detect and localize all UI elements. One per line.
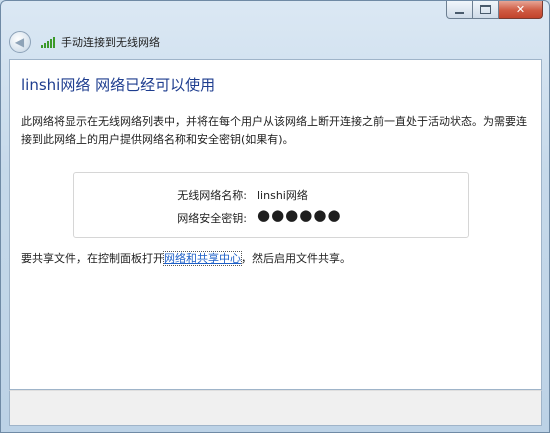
minimize-icon (455, 11, 464, 14)
back-button[interactable]: ◀ (9, 31, 31, 53)
security-key-value: ●●●●●● (257, 206, 342, 224)
file-sharing-suffix: ，然后启用文件共享。 (241, 252, 351, 265)
back-arrow-icon: ◀ (14, 35, 25, 49)
maximize-button[interactable] (473, 1, 499, 19)
caption-buttons: ✕ (446, 1, 543, 20)
wizard-title: 手动连接到无线网络 (61, 36, 160, 49)
page-heading: linshi网络 网络已经可以使用 (21, 76, 216, 94)
close-icon: ✕ (515, 3, 526, 16)
dialog-window: ✕ ◀ 手动连接到无线网络 linshi网络 网络已经可以使用 此网络将显示在无… (0, 0, 550, 433)
ssid-label: 无线网络名称: (177, 189, 247, 202)
dialog-footer (9, 390, 542, 426)
network-info-box: 无线网络名称: linshi网络 网络安全密钥: ●●●●●● (73, 172, 469, 238)
wifi-signal-icon (41, 36, 55, 48)
security-key-label: 网络安全密钥: (177, 212, 247, 225)
ssid-value: linshi网络 (257, 189, 308, 202)
maximize-icon (480, 5, 491, 14)
nav-bar: ◀ 手动连接到无线网络 (9, 29, 160, 55)
description-text: 此网络将显示在无线网络列表中，并将在每个用户从该网络上断开连接之前一直处于活动状… (21, 115, 527, 146)
close-button[interactable]: ✕ (499, 1, 543, 19)
network-sharing-center-link[interactable]: 网络和共享中心 (163, 251, 242, 266)
file-sharing-text: 要共享文件，在控制面板打开网络和共享中心，然后启用文件共享。 (21, 250, 351, 266)
file-sharing-prefix: 要共享文件，在控制面板打开 (21, 252, 164, 265)
minimize-button[interactable] (446, 1, 473, 19)
content-panel: linshi网络 网络已经可以使用 此网络将显示在无线网络列表中，并将在每个用户… (9, 59, 542, 390)
